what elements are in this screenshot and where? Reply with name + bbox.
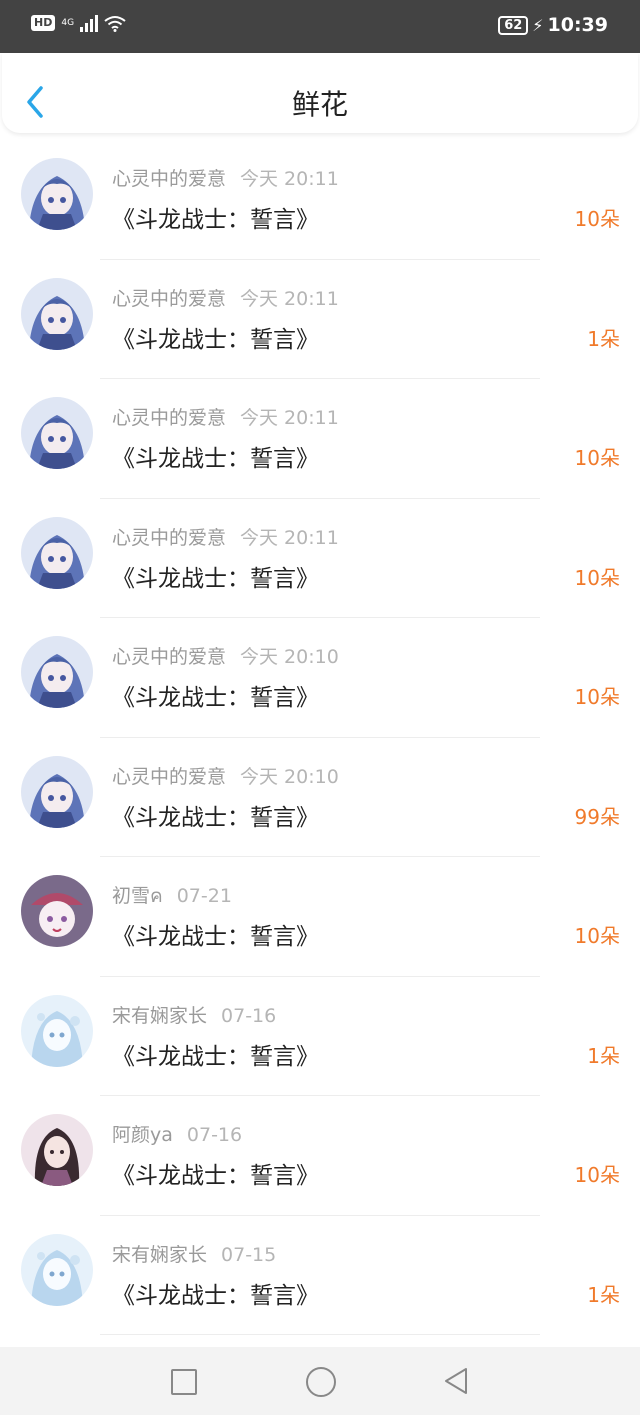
system-nav-bar (0, 1347, 640, 1415)
book-title: 《斗龙战士：誓言》 (112, 924, 319, 950)
flower-count: 10朵 (574, 924, 620, 948)
timestamp: 07-15 (221, 1243, 277, 1266)
signal-icon (80, 14, 99, 32)
timestamp: 今天 20:11 (240, 287, 339, 310)
avatar[interactable] (21, 1233, 93, 1306)
user-name-text: 宋有娴家长 (112, 1243, 208, 1266)
list-item[interactable]: 宋有娴家长 07-15 《斗龙战士：誓言》 1朵 (0, 1216, 640, 1335)
list-item[interactable]: 心灵中的爱意 今天 20:11 《斗龙战士：誓言》 10朵 (0, 140, 640, 260)
flower-record-list: 心灵中的爱意 今天 20:11 《斗龙战士：誓言》 10朵 心灵中的爱意 今天 20… (0, 140, 640, 1335)
status-left: HD 4G (31, 14, 126, 32)
user-name-text: 宋有娴家长 (112, 1004, 208, 1027)
avatar[interactable] (21, 755, 93, 828)
flower-count: 99朵 (574, 804, 620, 829)
header: 鲜花 (2, 53, 638, 133)
triangle-back-icon[interactable] (442, 1366, 470, 1396)
user-name-text: 心灵中的爱意 (112, 168, 227, 190)
avatar[interactable] (21, 1114, 93, 1186)
flower-count: 1朵 (587, 1043, 620, 1068)
user-name: 初雪ค 07-21 (112, 881, 232, 911)
timestamp: 今天 20:10 (240, 765, 339, 788)
hd-badge: HD (31, 15, 56, 31)
avatar[interactable] (21, 516, 93, 589)
flower-count: 10朵 (574, 565, 620, 590)
flower-count: 10朵 (574, 685, 620, 709)
clock: 10:39 (547, 14, 608, 36)
network-type: 4G (61, 17, 75, 28)
book-title: 《斗龙战士：誓言》 (112, 1043, 319, 1070)
timestamp: 今天 20:11 (240, 168, 339, 190)
list-item[interactable]: 心灵中的爱意 今天 20:11 《斗龙战士：誓言》 1朵 (0, 260, 640, 379)
user-name-text: 心灵中的爱意 (112, 526, 227, 549)
flower-count: 10朵 (574, 1163, 620, 1187)
user-name: 阿颜ya 07-16 (112, 1120, 242, 1147)
list-item[interactable]: 初雪ค 07-21 《斗龙战士：誓言》 10朵 (0, 857, 640, 977)
status-bar: HD 4G 62 ⚡ 10:39 (0, 0, 640, 53)
user-name-text: 心灵中的爱意 (112, 765, 227, 788)
book-title: 《斗龙战士：誓言》 (112, 326, 319, 353)
avatar[interactable] (21, 158, 93, 230)
battery-icon: 62 (498, 15, 529, 35)
book-title: 《斗龙战士：誓言》 (112, 207, 319, 233)
list-item[interactable]: 宋有娴家长 07-16 《斗龙战士：誓言》 1朵 (0, 977, 640, 1096)
avatar[interactable] (21, 875, 93, 947)
user-name-text: 心灵中的爱意 (112, 287, 227, 310)
flower-count: 10朵 (574, 446, 620, 470)
user-name: 宋有娴家长 07-15 (112, 1240, 276, 1267)
book-title: 《斗龙战士：誓言》 (112, 685, 319, 711)
avatar[interactable] (21, 277, 93, 350)
list-item[interactable]: 心灵中的爱意 今天 20:11 《斗龙战士：誓言》 10朵 (0, 499, 640, 618)
user-name: 心灵中的爱意 今天 20:10 (112, 642, 339, 669)
flower-count: 10朵 (574, 207, 620, 231)
avatar[interactable] (21, 994, 93, 1067)
book-title: 《斗龙战士：誓言》 (112, 1282, 319, 1309)
book-title: 《斗龙战士：誓言》 (112, 565, 319, 592)
user-name: 心灵中的爱意 今天 20:11 (112, 164, 339, 191)
list-item[interactable]: 心灵中的爱意 今天 20:11 《斗龙战士：誓言》 10朵 (0, 379, 640, 499)
flower-count: 1朵 (587, 1282, 620, 1307)
user-name: 宋有娴家长 07-16 (112, 1001, 276, 1028)
timestamp: 07-16 (186, 1124, 243, 1146)
circle-icon[interactable] (306, 1367, 336, 1397)
list-item[interactable]: 心灵中的爱意 今天 20:10 《斗龙战士：誓言》 99朵 (0, 738, 640, 857)
book-title: 《斗龙战士：誓言》 (112, 804, 319, 831)
charging-icon: ⚡ (532, 15, 544, 35)
user-name: 心灵中的爱意 今天 20:11 (112, 284, 339, 311)
book-title: 《斗龙战士：誓言》 (112, 446, 319, 472)
user-name-text: 心灵中的爱意 (112, 646, 227, 668)
user-name-text: 阿颜ya (112, 1124, 173, 1146)
avatar[interactable] (21, 636, 93, 708)
timestamp: 07-16 (221, 1004, 277, 1027)
timestamp: 今天 20:11 (240, 526, 339, 549)
user-name-text: 初雪ค (112, 885, 163, 907)
timestamp: 今天 20:10 (240, 646, 339, 668)
user-name: 心灵中的爱意 今天 20:11 (112, 523, 339, 550)
list-item[interactable]: 心灵中的爱意 今天 20:10 《斗龙战士：誓言》 10朵 (0, 618, 640, 738)
status-right: 62 ⚡ 10:39 (498, 14, 608, 36)
avatar[interactable] (21, 397, 93, 469)
timestamp: 07-21 (176, 885, 232, 907)
square-icon[interactable] (171, 1369, 197, 1395)
page-title: 鲜花 (291, 88, 348, 121)
user-name-text: 心灵中的爱意 (112, 407, 227, 429)
list-item[interactable]: 阿颜ya 07-16 《斗龙战士：誓言》 10朵 (0, 1096, 640, 1216)
user-name: 心灵中的爱意 今天 20:11 (112, 403, 339, 430)
flower-count: 1朵 (587, 326, 620, 351)
book-title: 《斗龙战士：誓言》 (112, 1163, 319, 1189)
divider (100, 1334, 540, 1335)
timestamp: 今天 20:11 (240, 407, 339, 429)
wifi-icon (104, 16, 126, 32)
user-name: 心灵中的爱意 今天 20:10 (112, 762, 339, 789)
